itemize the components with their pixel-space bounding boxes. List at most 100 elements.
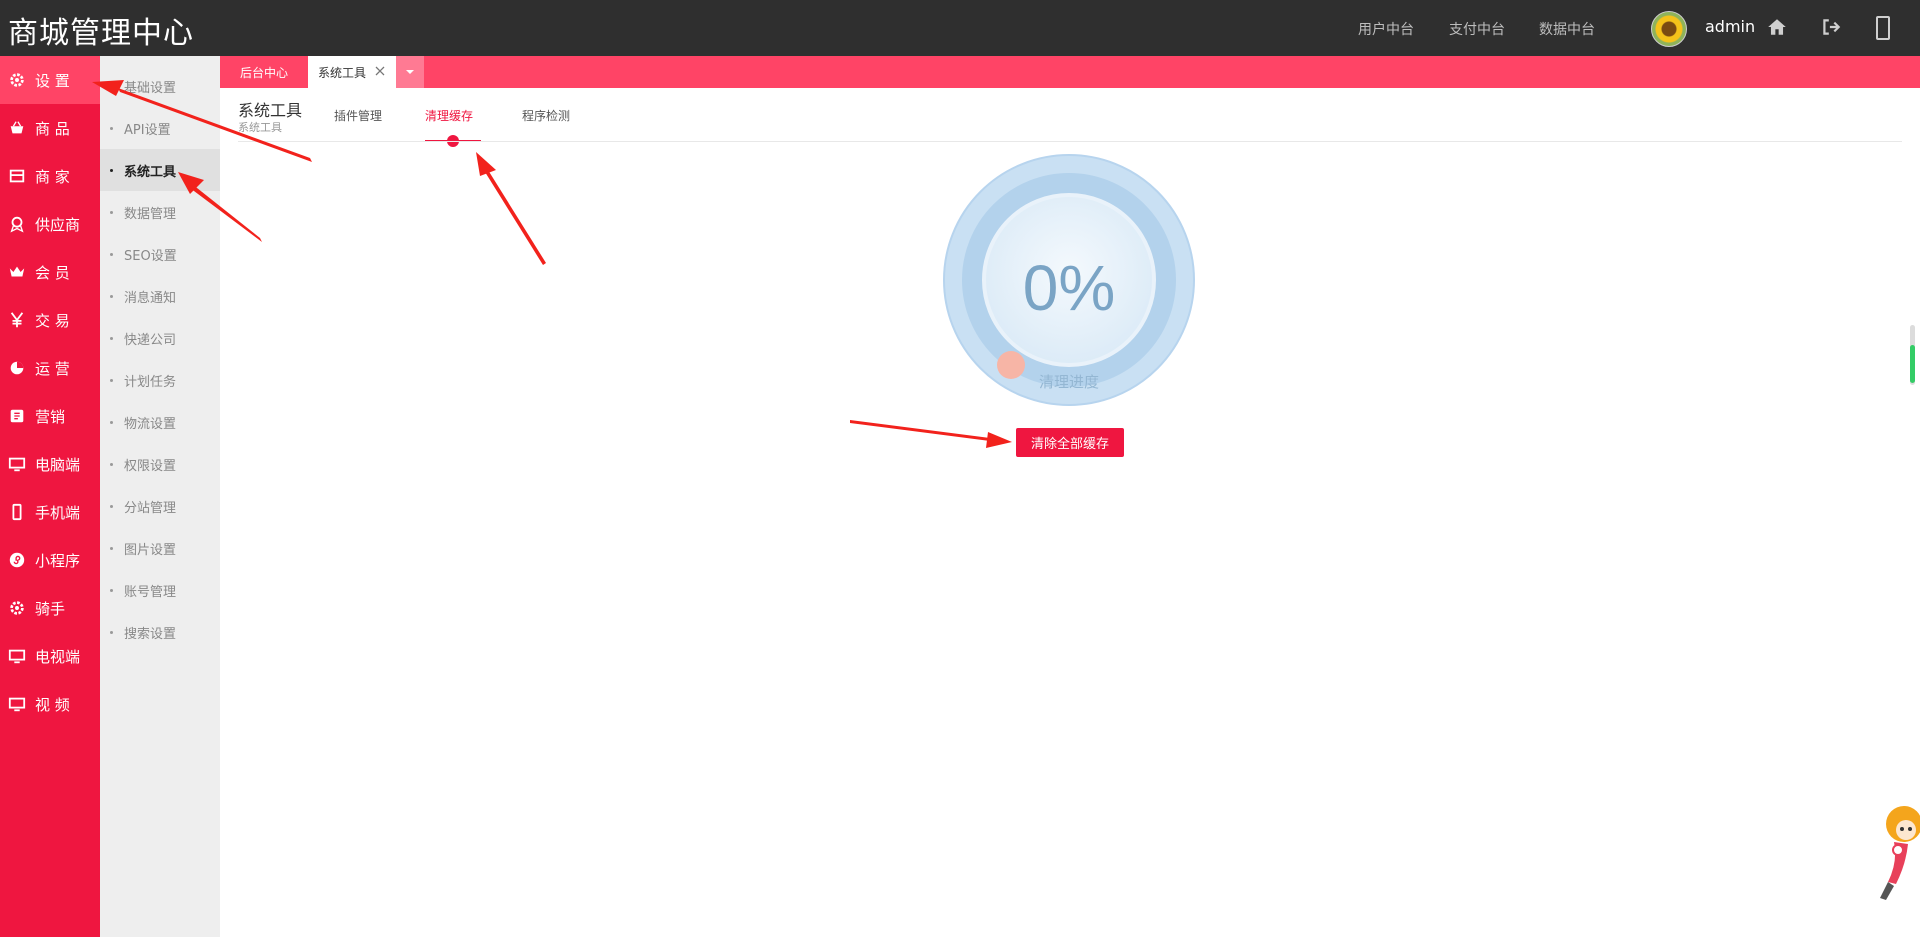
topnav-user-center[interactable]: 用户中台 (1358, 19, 1414, 39)
monitor-icon (8, 697, 26, 712)
avatar[interactable] (1651, 11, 1687, 47)
crown-icon (9, 266, 25, 277)
page-subtitle: 系统工具 (238, 121, 282, 134)
sidebar-item-label: 骑手 (35, 599, 66, 618)
sidebar-item-pc[interactable]: 电脑端 (0, 440, 100, 488)
sidebar-item-label: 商 品 (35, 119, 70, 138)
badge-icon (10, 216, 24, 233)
submenu-item-notifications[interactable]: 消息通知 (100, 275, 220, 317)
phone-icon (12, 503, 22, 521)
tab-label: 系统工具 (318, 65, 367, 80)
submenu-item-express-companies[interactable]: 快递公司 (100, 317, 220, 359)
submenu-item-account-management[interactable]: 账号管理 (100, 569, 220, 611)
sidebar-item-label: 电脑端 (35, 455, 81, 474)
submenu-label: 系统工具 (124, 164, 177, 180)
settings-submenu: 基础设置 API设置 系统工具 数据管理 SEO设置 消息通知 快递公司 计划任… (100, 56, 220, 937)
submenu-label: 快递公司 (124, 332, 177, 348)
sidebar-item-label: 交 易 (35, 311, 70, 330)
home-icon[interactable] (1766, 16, 1788, 38)
yen-icon (10, 312, 24, 328)
submenu-label: SEO设置 (124, 248, 177, 264)
sidebar-item-label: 手机端 (35, 503, 81, 522)
tab-program-check[interactable]: 程序检测 (522, 107, 570, 124)
submenu-label: 计划任务 (124, 374, 177, 390)
sidebar-item-mobile[interactable]: 手机端 (0, 488, 100, 536)
top-bar: 商城管理中心 用户中台 支付中台 数据中台 admin (0, 0, 1920, 56)
gear-icon (10, 601, 24, 615)
tab-clear-cache[interactable]: 清理缓存 (425, 107, 473, 124)
sidebar-item-label: 会 员 (35, 263, 70, 282)
sidebar-item-label: 设 置 (35, 71, 70, 90)
submenu-item-scheduled-tasks[interactable]: 计划任务 (100, 359, 220, 401)
gear-icon (10, 73, 24, 87)
close-icon[interactable] (374, 65, 386, 77)
mascot-sticker-icon (1880, 806, 1920, 900)
sidebar-item-label: 小程序 (35, 551, 81, 570)
sidebar-item-rider[interactable]: 骑手 (0, 584, 100, 632)
submenu-item-api-settings[interactable]: API设置 (100, 107, 220, 149)
sidebar-item-operation[interactable]: 运 营 (0, 344, 100, 392)
submenu-label: 消息通知 (124, 290, 177, 306)
clear-progress-ring: 0% 清理进度 (942, 153, 1196, 407)
sidebar-item-member[interactable]: 会 员 (0, 248, 100, 296)
scroll-indicator-thumb[interactable] (1910, 345, 1915, 383)
submenu-item-logistics-settings[interactable]: 物流设置 (100, 401, 220, 443)
mini-program-icon (9, 552, 25, 568)
sidebar-item-settings[interactable]: 设 置 (0, 56, 100, 104)
submenu-label: API设置 (124, 122, 171, 138)
sidebar-item-label: 营销 (35, 407, 66, 426)
sidebar-item-miniprogram[interactable]: 小程序 (0, 536, 100, 584)
sidebar-item-label: 电视端 (35, 647, 81, 666)
submenu-label: 权限设置 (124, 458, 177, 474)
fullscreen-icon[interactable] (1875, 15, 1891, 41)
sidebar-item-goods[interactable]: 商 品 (0, 104, 100, 152)
submenu-item-image-settings[interactable]: 图片设置 (100, 527, 220, 569)
submenu-label: 物流设置 (124, 416, 177, 432)
submenu-item-system-tools[interactable]: 系统工具 (100, 149, 220, 191)
submenu-item-search-settings[interactable]: 搜索设置 (100, 611, 220, 653)
logout-icon[interactable] (1820, 16, 1842, 38)
sidebar-item-marketing[interactable]: 营销 (0, 392, 100, 440)
sidebar-item-tv[interactable]: 电视端 (0, 632, 100, 680)
submenu-item-permission-settings[interactable]: 权限设置 (100, 443, 220, 485)
sidebar-item-label: 视 频 (35, 695, 70, 714)
monitor-icon (8, 649, 26, 664)
sidebar-item-merchant[interactable]: 商 家 (0, 152, 100, 200)
basket-icon (10, 121, 24, 134)
topnav-data-center[interactable]: 数据中台 (1539, 19, 1595, 39)
tab-backend-center[interactable]: 后台中心 (220, 56, 308, 88)
progress-value: 0% (1022, 252, 1116, 324)
header-divider (238, 141, 1902, 142)
submenu-label: 图片设置 (124, 542, 177, 558)
submenu-label: 账号管理 (124, 584, 177, 600)
submenu-label: 数据管理 (124, 206, 177, 222)
submenu-item-data-management[interactable]: 数据管理 (100, 191, 220, 233)
sidebar-item-label: 供应商 (35, 215, 81, 234)
arrow-to-clear-cache-tab (476, 152, 546, 265)
progress-label: 清理进度 (1038, 373, 1099, 391)
username[interactable]: admin (1705, 17, 1755, 36)
sidebar-item-supplier[interactable]: 供应商 (0, 200, 100, 248)
tab-plugin-management[interactable]: 插件管理 (334, 107, 382, 124)
tab-more-dropdown[interactable] (396, 56, 424, 88)
page-title: 系统工具 (238, 101, 303, 120)
store-icon (9, 169, 25, 183)
submenu-label: 基础设置 (124, 80, 177, 96)
clear-all-cache-button[interactable]: 清除全部缓存 (1016, 428, 1124, 457)
submenu-item-basic-settings[interactable]: 基础设置 (100, 65, 220, 107)
coupon-icon (10, 409, 24, 423)
tab-strip: 后台中心 系统工具 (220, 56, 1920, 88)
submenu-label: 搜索设置 (124, 626, 177, 642)
sidebar-item-label: 商 家 (35, 167, 70, 186)
arrow-to-clear-button (850, 420, 1012, 448)
submenu-label: 分站管理 (124, 500, 177, 516)
pie-icon (10, 361, 24, 375)
sidebar-item-trade[interactable]: 交 易 (0, 296, 100, 344)
sidebar-item-video[interactable]: 视 频 (0, 680, 100, 728)
submenu-item-substation-management[interactable]: 分站管理 (100, 485, 220, 527)
monitor-icon (8, 457, 26, 472)
main-sidebar: 设 置 商 品 商 家 供应商 会 员 交 易 运 营 营销 电脑端 手机端 小… (0, 56, 100, 937)
app-title: 商城管理中心 (8, 16, 194, 51)
submenu-item-seo-settings[interactable]: SEO设置 (100, 233, 220, 275)
topnav-payment-center[interactable]: 支付中台 (1449, 19, 1505, 39)
